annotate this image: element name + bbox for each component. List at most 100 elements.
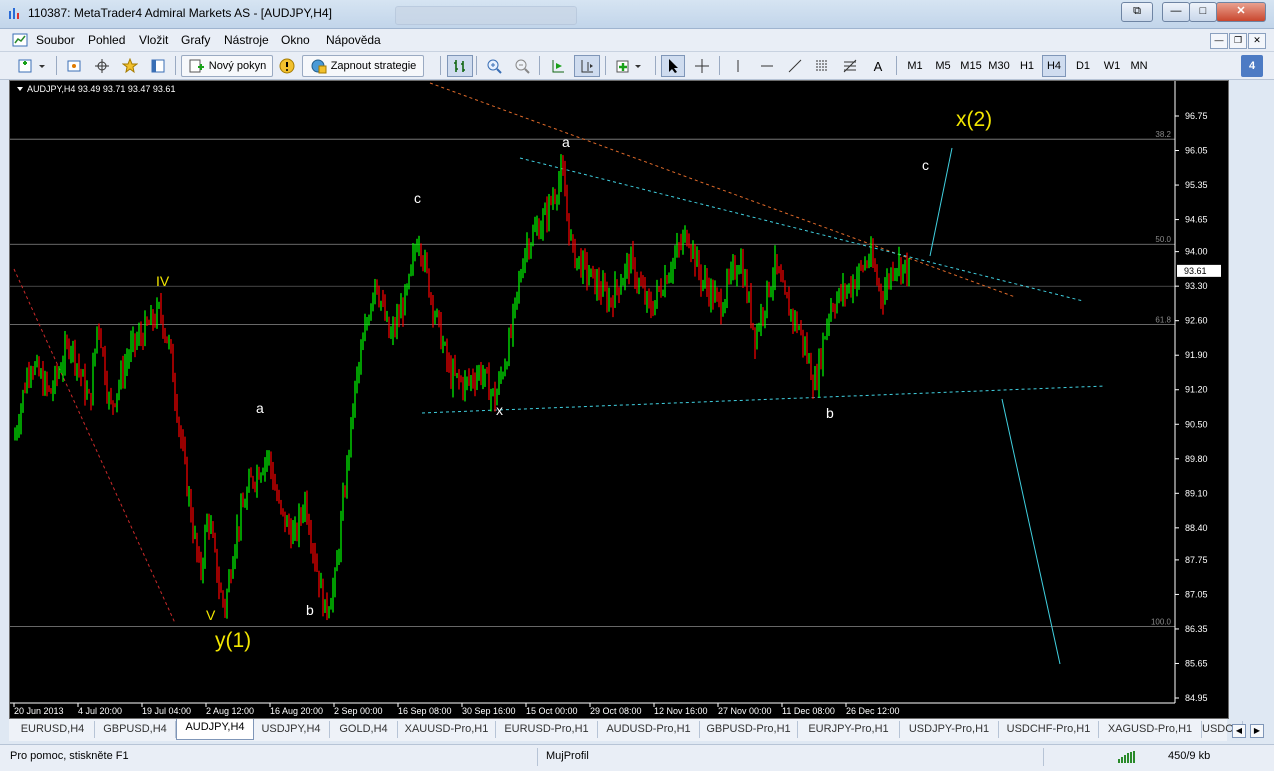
cursor-tool-button[interactable] [661, 55, 685, 77]
help-status: Pro pomoc, stiskněte F1 [10, 750, 129, 762]
navigator-button[interactable] [118, 55, 142, 77]
timeframe-m30[interactable]: M30 [985, 55, 1013, 77]
maximize-button[interactable]: □ [1189, 2, 1217, 22]
text-tool-button[interactable]: A [866, 55, 890, 77]
price-tick-label: 94.65 [1185, 215, 1208, 225]
chart-tab[interactable]: GOLD,H4 [330, 721, 398, 738]
time-tick-label: 20 Jun 2013 [14, 706, 64, 716]
time-tick-label: 15 Oct 00:00 [526, 706, 578, 716]
time-tick-label: 12 Nov 16:00 [654, 706, 708, 716]
timeframe-mn[interactable]: MN [1126, 55, 1152, 77]
profiles-button[interactable] [62, 55, 86, 77]
timeframe-w1[interactable]: W1 [1099, 55, 1125, 77]
price-tick-label: 91.20 [1185, 385, 1208, 395]
time-tick-label: 30 Sep 16:00 [462, 706, 516, 716]
profiles-icon [67, 60, 81, 72]
horizontal-line-icon [761, 65, 773, 67]
price-chart[interactable]: 38.2 50.0 61.8 100.0 96.75 96.05 95.35 94.65 94… [9, 80, 1229, 719]
chart-tab[interactable]: GBPUSD-Pro,H1 [700, 721, 798, 738]
chart-tab[interactable]: EURJPY-Pro,H1 [798, 721, 900, 738]
menu-vlozit[interactable]: Vložit [139, 33, 168, 47]
timeframe-h1[interactable]: H1 [1015, 55, 1039, 77]
auto-scroll-button[interactable] [546, 55, 570, 77]
chart-tab[interactable]: EURUSD,H4 [11, 721, 95, 738]
zoom-out-button[interactable] [510, 55, 534, 77]
chart-tab[interactable]: XAGUSD-Pro,H1 [1099, 721, 1202, 738]
restore-down-button[interactable]: ⧉ [1121, 2, 1153, 22]
timeframe-m1[interactable]: M1 [903, 55, 927, 77]
menu-napoveda[interactable]: Nápověda [326, 33, 381, 47]
timeframe-d1[interactable]: D1 [1071, 55, 1095, 77]
notifications-badge[interactable]: 4 [1241, 55, 1263, 77]
new-order-icon [189, 59, 204, 73]
time-tick-label: 2 Aug 12:00 [206, 706, 254, 716]
star-folder-icon [122, 58, 138, 74]
chart-tab[interactable]: USDCHF-Pro,H1 [999, 721, 1099, 738]
chart-tab[interactable]: AUDJPY,H4 [176, 719, 254, 740]
indicators-button[interactable] [612, 55, 648, 77]
new-chart-button[interactable] [14, 55, 50, 77]
time-tick-label: 16 Sep 08:00 [398, 706, 452, 716]
text-tool-label: A [873, 58, 883, 74]
mdi-close-button[interactable]: ✕ [1248, 33, 1266, 49]
horizontal-line-button[interactable] [755, 55, 779, 77]
chart-tab[interactable]: USDJPY,H4 [253, 721, 330, 738]
wave-label: x [496, 402, 503, 418]
chart-tab[interactable]: EURUSD-Pro,H1 [496, 721, 598, 738]
trendline-icon [788, 59, 802, 73]
time-tick-label: 11 Dec 08:00 [782, 706, 835, 716]
chart-canvas[interactable]: 38.2 50.0 61.8 100.0 96.75 96.05 95.35 94.65 94… [10, 81, 1228, 718]
expert-advisors-toggle[interactable]: Zapnout strategie [302, 55, 424, 77]
time-tick-label: 19 Jul 04:00 [142, 706, 191, 716]
fib-level-label: 50.0 [1155, 235, 1171, 244]
close-button[interactable]: ✕ [1216, 2, 1266, 22]
terminal-button[interactable] [146, 55, 170, 77]
menu-pohled[interactable]: Pohled [88, 33, 125, 47]
menu-okno[interactable]: Okno [281, 33, 310, 47]
chart-window-icon[interactable] [12, 32, 28, 48]
channel-button[interactable] [810, 55, 834, 77]
tabs-scroll-right-button[interactable]: ▶ [1250, 724, 1264, 738]
vertical-line-button[interactable] [726, 55, 750, 77]
vertical-line-icon [737, 60, 739, 72]
fibonacci-button[interactable] [838, 55, 862, 77]
cursor-icon [669, 59, 678, 73]
tabs-scroll-left-button[interactable]: ◀ [1232, 724, 1246, 738]
menu-soubor[interactable]: Soubor [36, 33, 75, 47]
bar-chart-icon [454, 60, 465, 72]
price-tick-label: 94.00 [1185, 247, 1208, 257]
fib-level-label: 100.0 [1151, 617, 1172, 626]
chart-shift-button[interactable] [574, 55, 600, 77]
chart-shift-icon [581, 60, 593, 73]
wave-label: b [306, 602, 314, 618]
chart-tab[interactable]: XAUUSD-Pro,H1 [398, 721, 496, 738]
timeframe-h4[interactable]: H4 [1042, 55, 1066, 77]
background-tab[interactable] [395, 6, 577, 25]
crosshair-tool-button[interactable] [690, 55, 714, 77]
fibonacci-icon [843, 59, 857, 73]
profile-status: MujProfil [546, 750, 589, 762]
menu-nastroje[interactable]: Nástroje [224, 33, 269, 47]
timeframe-m5[interactable]: M5 [931, 55, 955, 77]
auto-scroll-icon [552, 60, 564, 73]
chart-tab[interactable]: USDJPY-Pro,H1 [900, 721, 999, 738]
wave-label: b [826, 405, 834, 421]
mdi-minimize-button[interactable]: — [1210, 33, 1228, 49]
bar-chart-button[interactable] [447, 55, 473, 77]
cyan-projection-down [1001, 398, 1061, 665]
alert-button[interactable] [275, 55, 299, 77]
menu-grafy[interactable]: Grafy [181, 33, 210, 47]
chart-tab[interactable]: GBPUSD,H4 [95, 721, 176, 738]
wave-label: V [206, 607, 216, 623]
price-tick-label: 93.30 [1185, 281, 1208, 291]
zoom-in-button[interactable] [482, 55, 506, 77]
mdi-restore-button[interactable]: ❐ [1229, 33, 1247, 49]
chart-tab[interactable]: AUDUSD-Pro,H1 [598, 721, 700, 738]
timeframe-m15[interactable]: M15 [957, 55, 985, 77]
expert-advisor-icon [311, 59, 327, 74]
minimize-button[interactable]: — [1162, 2, 1190, 22]
trendline-button[interactable] [783, 55, 807, 77]
market-watch-button[interactable] [90, 55, 114, 77]
time-tick-label: 16 Aug 20:00 [270, 706, 323, 716]
new-order-button[interactable]: Nový pokyn [181, 55, 273, 77]
